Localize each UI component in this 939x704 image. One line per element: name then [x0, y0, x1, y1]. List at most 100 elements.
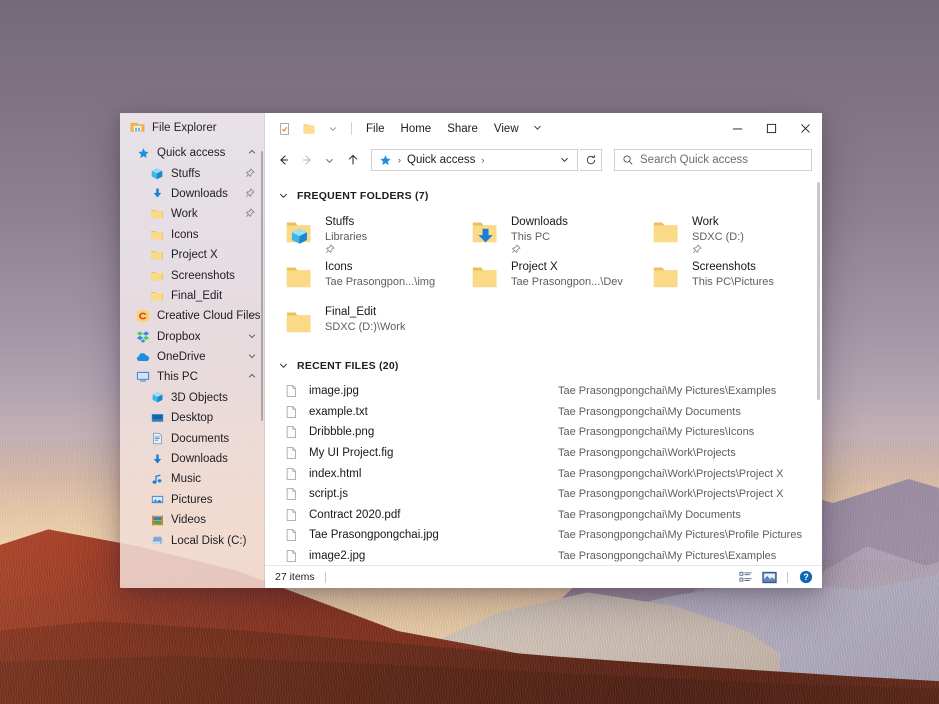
sidebar-item-downloads[interactable]: Downloads: [120, 449, 264, 469]
ribbon-expand-chevron-down-icon[interactable]: [527, 117, 548, 140]
file-explorer-window[interactable]: File Explorer Quick accessStuffsDownload…: [120, 113, 822, 588]
recent-file-row[interactable]: image2.jpgTae Prasongpongchai\My Picture…: [279, 546, 822, 565]
content-area[interactable]: FREQUENT FOLDERS (7) StuffsLibrariesDown…: [265, 176, 822, 565]
sidebar-item-list[interactable]: Quick accessStuffs Downloads WorkIconsProj…: [120, 143, 264, 588]
sidebar-item-downloads[interactable]: Downloads: [120, 184, 264, 204]
back-arrow-icon[interactable]: [273, 149, 294, 171]
recent-file-row[interactable]: My UI Project.figTae Prasongpongchai\Wor…: [279, 443, 822, 464]
pin-icon[interactable]: [245, 188, 255, 200]
sidebar-item-videos[interactable]: Videos: [120, 510, 264, 530]
search-box[interactable]: Search Quick access: [614, 149, 812, 171]
folder-icon: [148, 248, 166, 262]
properties-icon[interactable]: [273, 117, 297, 141]
frequent-folder-item[interactable]: StuffsLibraries: [279, 211, 465, 256]
content-scrollbar[interactable]: [817, 182, 820, 400]
folder-icon: [285, 304, 315, 341]
ribbon-menu[interactable]: FileHomeShareView: [358, 118, 527, 140]
frequent-folder-item[interactable]: ScreenshotsThis PC\Pictures: [646, 256, 822, 301]
sidebar-item-work[interactable]: Work: [120, 204, 264, 224]
address-bar-row[interactable]: › Quick access ›: [265, 144, 822, 176]
recent-file-path: Tae Prasongpongchai\My Pictures\Examples: [558, 550, 776, 562]
new-folder-icon[interactable]: [297, 117, 321, 141]
recent-files-header[interactable]: RECENT FILES (20): [279, 360, 822, 372]
frequent-folder-name: Downloads: [511, 215, 568, 230]
pin-icon[interactable]: [245, 168, 255, 180]
recent-file-row[interactable]: image.jpgTae Prasongpongchai\My Pictures…: [279, 381, 822, 402]
help-icon[interactable]: ?: [796, 569, 815, 586]
menu-item-home[interactable]: Home: [393, 118, 440, 140]
frequent-folders-chevron-down-icon[interactable]: [279, 191, 288, 202]
address-bar[interactable]: › Quick access ›: [371, 149, 578, 171]
sidebar-scrollbar[interactable]: [261, 151, 263, 421]
forward-arrow-icon: [296, 149, 317, 171]
file-icon: [285, 549, 309, 563]
recent-files-chevron-down-icon[interactable]: [279, 361, 288, 372]
menu-item-file[interactable]: File: [358, 118, 393, 140]
recent-file-row[interactable]: index.htmlTae Prasongpongchai\Work\Proje…: [279, 463, 822, 484]
frequent-folder-name: Screenshots: [692, 260, 774, 275]
folder-icon: [148, 289, 166, 303]
refresh-icon[interactable]: [580, 149, 602, 171]
recent-file-path: Tae Prasongpongchai\My Pictures\Icons: [558, 426, 754, 438]
sidebar-item-local-disk-c[interactable]: Local Disk (C:): [120, 530, 264, 550]
sidebar-item-quick-access[interactable]: Quick access: [120, 143, 264, 163]
search-input[interactable]: Search Quick access: [640, 154, 748, 166]
libraries-folder-icon: [285, 214, 315, 251]
sidebar-item-dropbox[interactable]: Dropbox: [120, 327, 264, 347]
chevron-down-icon[interactable]: [248, 311, 256, 321]
maximize-icon[interactable]: [754, 113, 788, 144]
folder-icon: [148, 228, 166, 242]
breadcrumb-quick-access[interactable]: Quick access: [405, 154, 477, 166]
sidebar-item-screenshots[interactable]: Screenshots: [120, 265, 264, 285]
details-view-icon[interactable]: [736, 569, 755, 586]
navigation-sidebar[interactable]: File Explorer Quick accessStuffsDownload…: [120, 113, 265, 588]
up-arrow-icon[interactable]: [342, 149, 363, 171]
window-controls[interactable]: [720, 113, 822, 144]
recent-file-row[interactable]: Tae Prasongpongchai.jpgTae Prasongpongch…: [279, 525, 822, 546]
sidebar-item-onedrive[interactable]: OneDrive: [120, 347, 264, 367]
sidebar-item-pictures[interactable]: Pictures: [120, 490, 264, 510]
chevron-up-icon[interactable]: [248, 148, 256, 158]
folder-icon: [285, 259, 315, 296]
customize-qat-chevron-down-icon[interactable]: [321, 117, 345, 141]
sidebar-item-project-x[interactable]: Project X: [120, 245, 264, 265]
sidebar-item-3d-objects[interactable]: 3D Objects: [120, 388, 264, 408]
sidebar-item-stuffs[interactable]: Stuffs: [120, 163, 264, 183]
sidebar-item-icons[interactable]: Icons: [120, 225, 264, 245]
sidebar-item-final-edit[interactable]: Final_Edit: [120, 286, 264, 306]
address-dropdown-chevron-down-icon[interactable]: [554, 155, 575, 166]
recent-file-row[interactable]: script.jsTae Prasongpongchai\Work\Projec…: [279, 484, 822, 505]
sidebar-item-desktop[interactable]: Desktop: [120, 408, 264, 428]
recent-file-name: Contract 2020.pdf: [309, 509, 558, 521]
recent-locations-chevron-down-icon[interactable]: [319, 149, 340, 171]
frequent-folder-item[interactable]: DownloadsThis PC: [465, 211, 646, 256]
frequent-folders-header[interactable]: FREQUENT FOLDERS (7): [279, 190, 822, 202]
breadcrumb-separator-end[interactable]: ›: [477, 155, 488, 165]
folder-icon: [652, 214, 682, 251]
sidebar-item-creative-cloud-files[interactable]: Creative Cloud Files: [120, 306, 264, 326]
quick-access-toolbar[interactable]: [265, 117, 358, 141]
recent-file-row[interactable]: example.txtTae Prasongpongchai\My Docume…: [279, 402, 822, 423]
recent-file-row[interactable]: Dribbble.pngTae Prasongpongchai\My Pictu…: [279, 422, 822, 443]
recent-files-list[interactable]: image.jpgTae Prasongpongchai\My Pictures…: [279, 381, 822, 565]
chevron-down-icon[interactable]: [248, 332, 256, 342]
title-bar[interactable]: FileHomeShareView: [265, 113, 822, 144]
chevron-down-icon[interactable]: [248, 352, 256, 362]
menu-item-view[interactable]: View: [486, 118, 527, 140]
frequent-folder-item[interactable]: Project XTae Prasongpon...\Dev: [465, 256, 646, 301]
sidebar-item-documents[interactable]: Documents: [120, 428, 264, 448]
minimize-icon[interactable]: [720, 113, 754, 144]
menu-item-share[interactable]: Share: [439, 118, 486, 140]
frequent-folder-item[interactable]: Final_EditSDXC (D:)\Work: [279, 301, 465, 346]
close-icon[interactable]: [788, 113, 822, 144]
frequent-folders-grid[interactable]: StuffsLibrariesDownloadsThis PCWorkSDXC …: [279, 211, 822, 346]
chevron-up-icon[interactable]: [248, 372, 256, 382]
pin-icon[interactable]: [245, 208, 255, 220]
recent-file-row[interactable]: Contract 2020.pdfTae Prasongpongchai\My …: [279, 505, 822, 526]
sidebar-item-label: Downloads: [171, 188, 228, 200]
large-icons-view-icon[interactable]: [760, 569, 779, 586]
sidebar-item-this-pc[interactable]: This PC: [120, 367, 264, 387]
frequent-folder-item[interactable]: IconsTae Prasongpon...\img: [279, 256, 465, 301]
sidebar-item-music[interactable]: Music: [120, 469, 264, 489]
frequent-folder-item[interactable]: WorkSDXC (D:): [646, 211, 822, 256]
